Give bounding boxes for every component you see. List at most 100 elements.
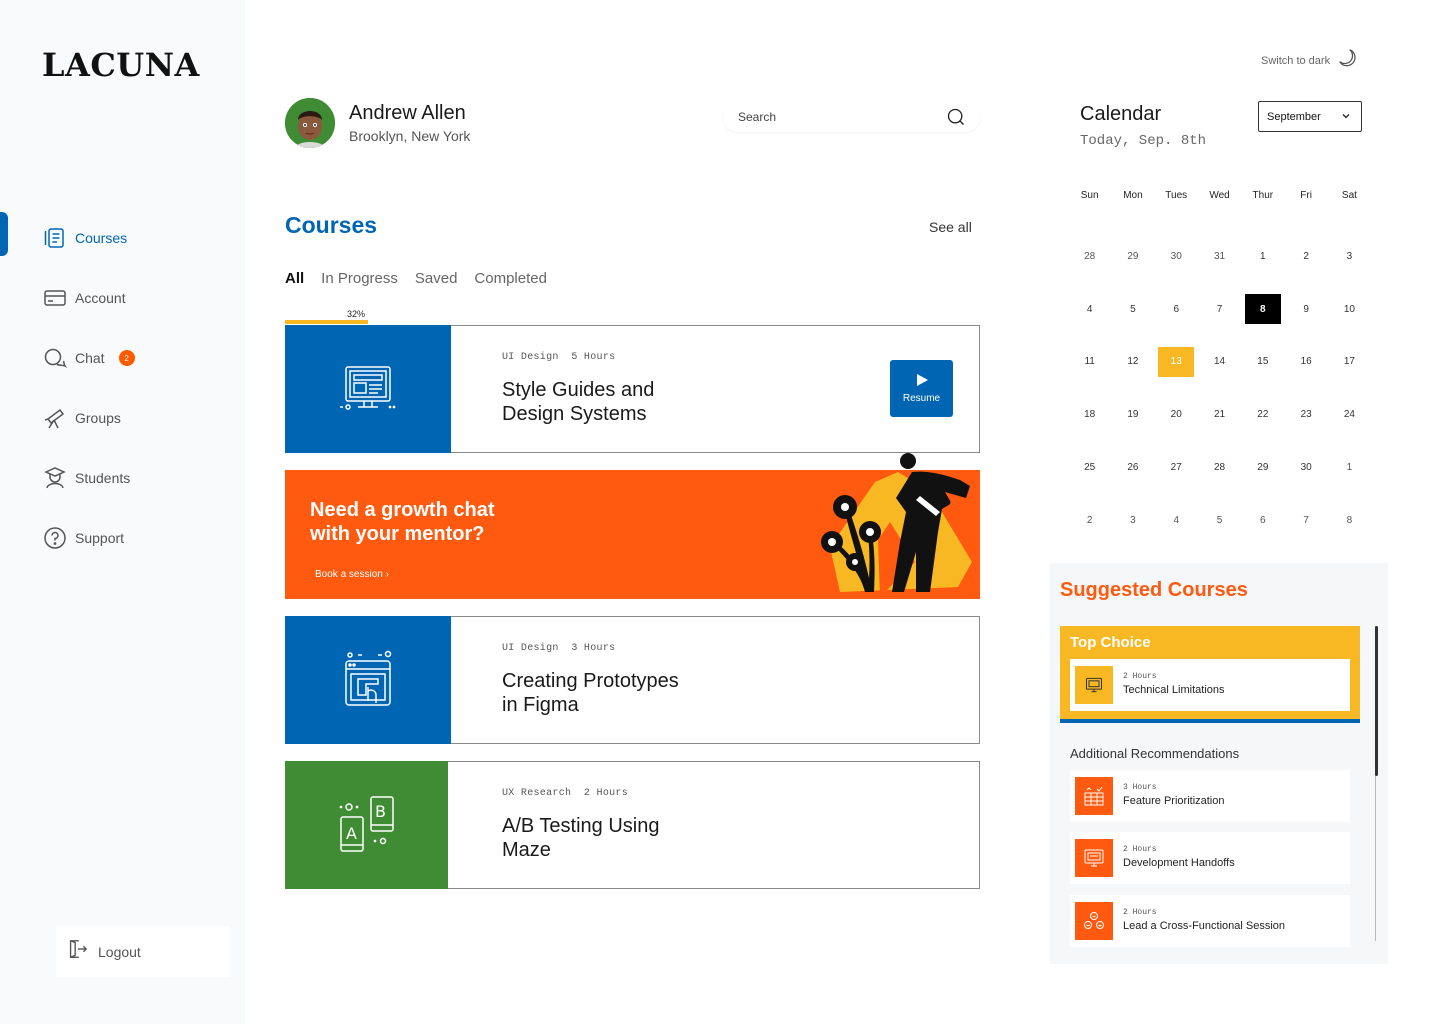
calendar-day[interactable]: 3 xyxy=(1328,230,1371,283)
calendar-day[interactable]: 25 xyxy=(1068,441,1111,494)
course-meta: UX Research 2 Hours xyxy=(502,788,628,799)
month-dropdown[interactable]: September xyxy=(1258,101,1362,132)
calendar-day[interactable]: 30 xyxy=(1155,230,1198,283)
calendar-day-number: 3 xyxy=(1346,250,1353,262)
calendar-day-number: 12 xyxy=(1127,356,1139,368)
calendar-day[interactable]: 2 xyxy=(1284,230,1327,283)
sidebar-item-chat[interactable]: Chat 2 xyxy=(0,328,245,388)
sidebar-item-account[interactable]: Account xyxy=(0,268,245,328)
course-name: Feature Prioritization xyxy=(1123,795,1225,807)
see-all-link[interactable]: See all xyxy=(929,219,972,235)
calendar-week: 28 29 30 31 1 2 3 xyxy=(1068,230,1371,283)
calendar-day[interactable]: 8 xyxy=(1241,283,1284,336)
top-choice-card: Top Choice 2 Hours Technical Limitations xyxy=(1060,626,1360,723)
course-title-line: Design Systems xyxy=(502,403,647,425)
book-session-link[interactable]: Book a session › xyxy=(315,569,389,580)
calendar-day[interactable]: 7 xyxy=(1198,283,1241,336)
calendar-day[interactable]: 19 xyxy=(1111,388,1154,441)
calendar-week: 2 3 4 5 6 7 8 xyxy=(1068,494,1371,547)
calendar-day[interactable]: 12 xyxy=(1111,336,1154,389)
dark-mode-toggle[interactable]: Switch to dark xyxy=(1261,47,1358,74)
sidebar-item-label: Chat xyxy=(75,350,105,366)
calendar-day[interactable]: 20 xyxy=(1155,388,1198,441)
banner-title-line: Need a growth chat xyxy=(310,499,495,521)
course-filter-tabs: All In Progress Saved Completed xyxy=(285,270,547,287)
avatar[interactable] xyxy=(285,98,335,148)
course-card[interactable]: UI Design 5 Hours Style Guides and Desig… xyxy=(285,325,980,453)
calendar-day[interactable]: 27 xyxy=(1155,441,1198,494)
sidebar-item-support[interactable]: Support xyxy=(0,508,245,568)
calendar-day[interactable]: 13 xyxy=(1155,336,1198,389)
sidebar-item-groups[interactable]: Groups xyxy=(0,388,245,448)
course-hours: 3 Hours xyxy=(571,643,616,654)
calendar-day[interactable]: 1 xyxy=(1241,230,1284,283)
calendar-day[interactable]: 5 xyxy=(1198,494,1241,547)
calendar-day[interactable]: 30 xyxy=(1284,441,1327,494)
weekday-label: Thur xyxy=(1252,190,1274,201)
calendar-day[interactable]: 28 xyxy=(1198,441,1241,494)
sidebar-item-students[interactable]: Students xyxy=(0,448,245,508)
search-bar[interactable] xyxy=(723,102,980,132)
account-card-icon xyxy=(43,286,67,310)
calendar-days: 28 29 30 31 1 2 3 4 5 6 7 8 9 10 11 12 13 14 15 16 17 18 19 20 2… xyxy=(1068,230,1371,547)
course-hours: 2 Hours xyxy=(1123,672,1157,681)
course-name: Lead a Cross-Functional Session xyxy=(1123,920,1286,932)
calendar-day[interactable]: 10 xyxy=(1328,283,1371,336)
tab-in-progress[interactable]: In Progress xyxy=(321,270,398,287)
brand-logo[interactable]: LACUNA xyxy=(42,46,200,84)
calendar-day[interactable]: 4 xyxy=(1068,283,1111,336)
calendar-day[interactable]: 24 xyxy=(1328,388,1371,441)
tab-saved[interactable]: Saved xyxy=(415,270,458,287)
search-input[interactable] xyxy=(738,110,933,124)
calendar-day[interactable]: 23 xyxy=(1284,388,1327,441)
calendar-day-number: 17 xyxy=(1343,356,1355,368)
calendar-today: Today, Sep. 8th xyxy=(1080,133,1207,149)
scrollbar-thumb[interactable] xyxy=(1375,626,1378,776)
calendar-day-number: 4 xyxy=(1086,303,1093,315)
resume-button[interactable]: Resume xyxy=(890,360,953,417)
calendar-day[interactable]: 15 xyxy=(1241,336,1284,389)
calendar-day-number: 29 xyxy=(1257,462,1269,474)
calendar-day[interactable]: 3 xyxy=(1111,494,1154,547)
calendar-day[interactable]: 21 xyxy=(1198,388,1241,441)
calendar-day[interactable]: 29 xyxy=(1111,230,1154,283)
calendar-day[interactable]: 4 xyxy=(1155,494,1198,547)
calendar-day[interactable]: 18 xyxy=(1068,388,1111,441)
calendar-day[interactable]: 16 xyxy=(1284,336,1327,389)
calendar-day[interactable]: 8 xyxy=(1328,494,1371,547)
calendar-day[interactable]: 29 xyxy=(1241,441,1284,494)
calendar-day[interactable]: 11 xyxy=(1068,336,1111,389)
tab-completed[interactable]: Completed xyxy=(474,270,547,287)
sidebar-item-courses[interactable]: Courses xyxy=(0,208,245,268)
recommendation-item[interactable]: 3 Hours Feature Prioritization xyxy=(1070,770,1350,822)
course-hours: 2 Hours xyxy=(583,788,629,799)
logout-button[interactable]: Logout xyxy=(56,926,230,977)
recommendation-item[interactable]: 2 Hours Development Handoffs xyxy=(1070,832,1350,884)
calendar-day[interactable]: 22 xyxy=(1241,388,1284,441)
calendar-day-number: 28 xyxy=(1084,250,1096,262)
calendar-day[interactable]: 31 xyxy=(1198,230,1241,283)
search-icon[interactable] xyxy=(946,107,966,132)
calendar-day[interactable]: 1 xyxy=(1328,441,1371,494)
chevron-down-icon xyxy=(1341,111,1351,124)
course-card[interactable]: UI Design 3 Hours Creating Prototypes in… xyxy=(285,616,980,744)
course-title-line: A/B Testing Using xyxy=(502,815,660,837)
course-category: UX Research xyxy=(502,788,572,799)
calendar-day[interactable]: 7 xyxy=(1284,494,1327,547)
tab-all[interactable]: All xyxy=(285,270,304,287)
course-thumbnail xyxy=(285,325,451,453)
calendar-day[interactable]: 9 xyxy=(1284,283,1327,336)
calendar-day[interactable]: 26 xyxy=(1111,441,1154,494)
calendar-day[interactable]: 6 xyxy=(1155,283,1198,336)
recommendation-item[interactable]: 2 Hours Lead a Cross-Functional Session xyxy=(1070,895,1350,947)
weekday-label: Wed xyxy=(1209,190,1230,201)
calendar-day[interactable]: 6 xyxy=(1241,494,1284,547)
calendar-day[interactable]: 5 xyxy=(1111,283,1154,336)
calendar-day[interactable]: 17 xyxy=(1328,336,1371,389)
course-card[interactable]: A B UX Research 2 Hours A/B Testing Usin… xyxy=(285,761,980,889)
calendar-day[interactable]: 2 xyxy=(1068,494,1111,547)
calendar-day[interactable]: 28 xyxy=(1068,230,1111,283)
calendar-day[interactable]: 14 xyxy=(1198,336,1241,389)
calendar-day-number: 8 xyxy=(1346,514,1353,526)
top-choice-item[interactable]: 2 Hours Technical Limitations xyxy=(1070,659,1350,711)
